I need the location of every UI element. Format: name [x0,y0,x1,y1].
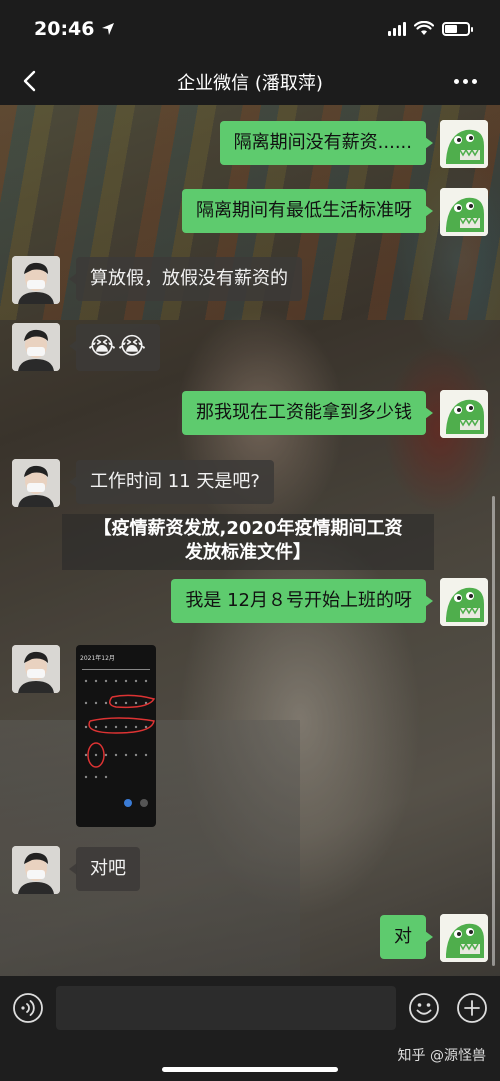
chat-scrollbar[interactable] [492,496,495,966]
message-row: 对 [380,914,488,962]
dinosaur-avatar-icon [440,578,488,626]
contact-avatar[interactable] [12,256,60,304]
message-bubble-contact[interactable]: 对吧 [69,847,140,891]
zhihu-watermark: 知乎 @源怪兽 [397,1048,486,1064]
nav-bar: 企业微信 (潘取萍) [0,58,500,105]
calendar-screenshot-image[interactable]: 2021年12月 [76,645,156,827]
chat-input-bar [0,976,500,1040]
contact-avatar[interactable] [12,459,60,507]
battery-icon [442,22,473,36]
message-text-input[interactable] [56,986,396,1030]
message-row: 2021年12月 [12,645,156,827]
my-avatar[interactable] [440,390,488,438]
my-avatar[interactable] [440,188,488,236]
message-row: 对吧 [12,846,140,894]
person-avatar-icon [12,459,60,507]
message-bubble-mine[interactable]: 那我现在工资能拿到多少钱 [182,391,433,435]
add-more-icon[interactable] [456,992,488,1024]
contact-avatar[interactable] [12,323,60,371]
message-row: 隔离期间没有薪资...... [219,120,488,168]
more-options-icon[interactable] [450,68,480,94]
my-avatar[interactable] [440,578,488,626]
location-arrow-icon [102,23,115,35]
banner-line-2: 发放标准文件】 [185,542,311,563]
status-time-group: 20:46 [34,18,116,40]
wifi-icon [414,21,434,35]
banner-line-1: 【疫情薪资发放,2020年疫情期间工资 [93,518,403,539]
dinosaur-avatar-icon [440,188,488,236]
message-row: 那我现在工资能拿到多少钱 [182,390,488,438]
article-title-banner: 【疫情薪资发放,2020年疫情期间工资 发放标准文件】 [62,514,434,570]
message-bubble-mine[interactable]: 隔离期间没有薪资...... [219,121,434,165]
message-bubble-contact[interactable]: 😭😭 [68,324,161,371]
message-bubble-mine[interactable]: 对 [380,915,433,959]
person-avatar-icon [12,256,60,304]
cellular-signal-icon [388,22,406,36]
message-row: 算放假，放假没有薪资的 [12,256,302,304]
person-avatar-icon [12,645,60,693]
message-row: 工作时间 11 天是吧? [12,459,274,507]
dinosaur-avatar-icon [440,390,488,438]
message-bubble-contact[interactable]: 工作时间 11 天是吧? [69,460,274,504]
contact-avatar[interactable] [12,846,60,894]
person-avatar-icon [12,846,60,894]
chat-title: 企业微信 (潘取萍) [177,72,323,94]
my-avatar[interactable] [440,914,488,962]
message-bubble-mine[interactable]: 隔离期间有最低生活标准呀 [182,189,433,233]
calendar-month-label: 2021年12月 [80,655,115,662]
status-bar: 20:46 [0,0,500,58]
status-time: 20:46 [34,18,95,40]
contact-avatar[interactable] [12,645,60,693]
dinosaur-avatar-icon [440,914,488,962]
home-indicator[interactable] [162,1067,338,1072]
message-bubble-contact[interactable]: 算放假，放假没有薪资的 [69,257,302,301]
message-row: 我是 12月８号开始上班的呀 [171,578,488,626]
emoji-icon[interactable] [408,992,440,1024]
crying-laughing-emoji: 😭😭 [88,332,149,360]
back-arrow-icon[interactable] [16,66,46,96]
my-avatar[interactable] [440,120,488,168]
voice-input-icon[interactable] [12,992,44,1024]
message-row: 😭😭 [12,323,161,371]
message-row: 隔离期间有最低生活标准呀 [182,188,488,236]
calendar-grid-graphic [82,669,156,807]
person-avatar-icon [12,323,60,371]
status-icons [388,21,473,37]
message-bubble-mine[interactable]: 我是 12月８号开始上班的呀 [171,579,433,623]
dinosaur-avatar-icon [440,120,488,168]
